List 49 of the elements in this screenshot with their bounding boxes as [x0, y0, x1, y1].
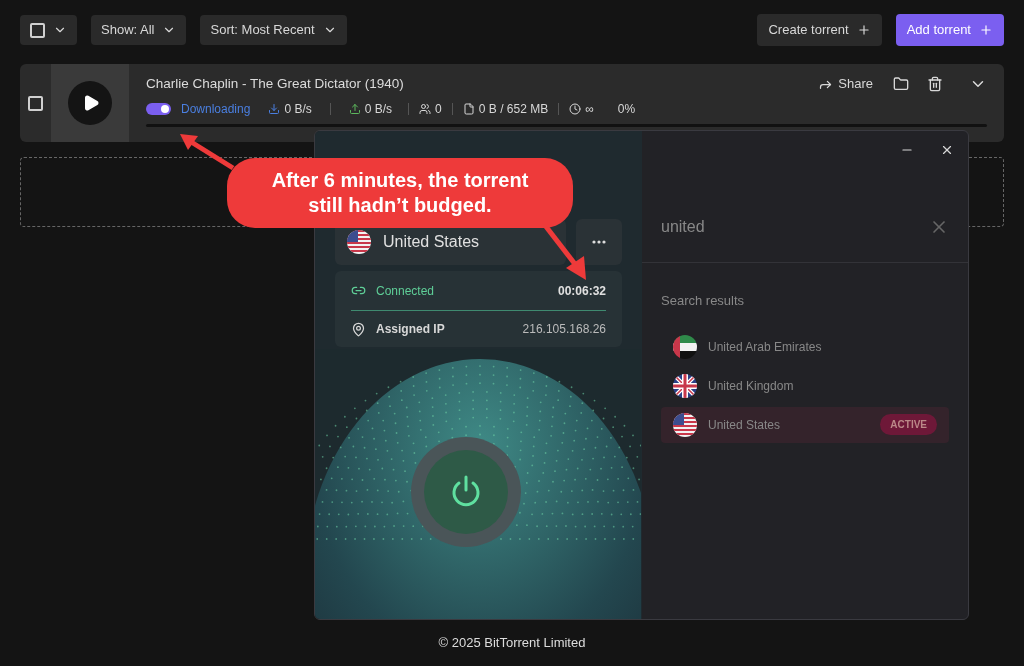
select-all-dropdown[interactable]	[20, 15, 77, 45]
checkbox[interactable]	[30, 22, 45, 38]
ip-address: 216.105.168.26	[522, 321, 606, 338]
file-icon	[462, 103, 475, 116]
play-button[interactable]	[68, 81, 112, 125]
close-icon[interactable]	[940, 143, 954, 157]
active-badge: ACTIVE	[880, 414, 937, 435]
flag-icon	[673, 334, 697, 359]
share-button[interactable]: Share	[818, 74, 873, 94]
country-result[interactable]: United Kingdom	[661, 367, 949, 404]
upload-speed: 0 B/s	[364, 101, 393, 119]
sort-dropdown[interactable]: Sort: Most Recent	[200, 15, 347, 45]
play-icon	[82, 94, 100, 112]
clock-icon	[569, 103, 582, 116]
plus-icon	[979, 23, 993, 37]
create-torrent-button[interactable]: Create torrent	[757, 14, 882, 46]
percent-text: 0%	[617, 101, 636, 119]
size-text: 0 B / 652 MB	[478, 101, 549, 119]
flag-icon	[673, 373, 697, 398]
checkbox[interactable]	[28, 95, 43, 111]
search-field[interactable]: united	[642, 191, 968, 263]
status-label: Downloading	[181, 101, 251, 119]
torrent-title: Charlie Chaplin - The Great Dictator (1940)	[146, 75, 404, 93]
plus-icon	[856, 23, 871, 37]
annotation-tooltip: After 6 minutes, the torrent still hadn’t budged.	[227, 158, 573, 228]
connection-duration: 00:06:32	[557, 282, 606, 300]
footer-copyright: © 2025 BitTorrent Limited	[438, 634, 586, 652]
peers-count: 0	[435, 101, 442, 119]
folder-icon[interactable]	[893, 76, 909, 93]
toggle-switch[interactable]	[146, 103, 171, 116]
show-filter-dropdown[interactable]: Show: All	[91, 15, 187, 45]
peers-icon	[419, 103, 432, 116]
flag-icon	[347, 230, 371, 254]
flag-icon	[673, 412, 697, 437]
country-result[interactable]: United States ACTIVE	[661, 406, 949, 443]
results-heading: Search results	[660, 292, 746, 310]
location-pin-icon	[351, 321, 366, 337]
download-speed: 0 B/s	[284, 101, 312, 119]
ip-label: Assigned IP	[376, 321, 445, 338]
more-icon	[592, 240, 606, 244]
trash-icon[interactable]	[927, 76, 943, 93]
power-icon	[450, 475, 482, 509]
upload-icon	[348, 103, 361, 116]
more-button[interactable]	[576, 219, 622, 265]
country-result[interactable]: United Arab Emirates	[661, 328, 949, 365]
download-icon	[268, 103, 281, 116]
add-torrent-button[interactable]: Add torrent	[895, 14, 1004, 46]
connection-status: Connected	[376, 282, 435, 300]
eta-text: ∞	[585, 101, 594, 119]
